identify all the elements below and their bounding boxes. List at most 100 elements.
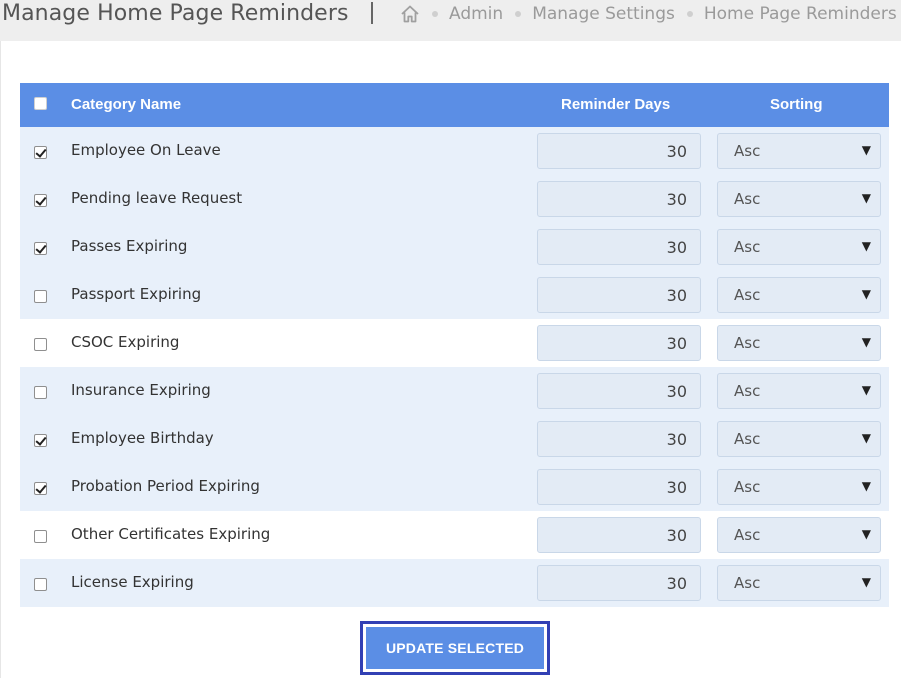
- row-checkbox-wrapper: [34, 338, 47, 351]
- reminder-days-input[interactable]: 30: [537, 469, 701, 505]
- category-name: CSOC Expiring: [71, 333, 180, 351]
- reminder-days-input[interactable]: 30: [537, 421, 701, 457]
- category-name: Employee Birthday: [71, 429, 214, 447]
- sorting-select[interactable]: Asc ▼: [717, 229, 881, 265]
- sorting-select[interactable]: Asc ▼: [717, 373, 881, 409]
- reminder-days-input[interactable]: 30: [537, 325, 701, 361]
- page-title: Manage Home Page Reminders: [2, 1, 349, 26]
- row-checkbox-wrapper: [34, 194, 47, 207]
- update-button-focus-frame: UPDATE SELECTED: [360, 621, 550, 675]
- category-name: Passes Expiring: [71, 237, 188, 255]
- caret-down-icon: ▼: [861, 239, 871, 253]
- table-row: CSOC Expiring 30 Asc ▼: [20, 319, 889, 367]
- row-checkbox[interactable]: [34, 290, 47, 303]
- category-name: License Expiring: [71, 573, 194, 591]
- row-checkbox[interactable]: [34, 578, 47, 591]
- row-checkbox-wrapper: [34, 146, 47, 159]
- breadcrumb-separator: [686, 11, 693, 17]
- breadcrumb: Admin Manage Settings Home Page Reminder…: [400, 4, 897, 24]
- column-header-category-name: Category Name: [71, 96, 182, 113]
- table-row: Probation Period Expiring 30 Asc ▼: [20, 463, 889, 511]
- reminder-days-input[interactable]: 30: [537, 517, 701, 553]
- row-checkbox[interactable]: [34, 338, 47, 351]
- sorting-value: Asc: [734, 526, 761, 544]
- breadcrumb-separator: [432, 11, 438, 17]
- row-checkbox[interactable]: [34, 242, 47, 255]
- sorting-value: Asc: [734, 574, 761, 592]
- reminders-table: Category Name Reminder Days Sorting Empl…: [20, 83, 889, 607]
- sorting-value: Asc: [734, 382, 761, 400]
- column-header-sorting: Sorting: [770, 96, 823, 113]
- caret-down-icon: ▼: [861, 335, 871, 349]
- category-name: Other Certificates Expiring: [71, 525, 271, 543]
- caret-down-icon: ▼: [861, 575, 871, 589]
- sorting-select[interactable]: Asc ▼: [717, 517, 881, 553]
- sorting-value: Asc: [734, 190, 761, 208]
- caret-down-icon: ▼: [861, 143, 871, 157]
- row-checkbox[interactable]: [34, 386, 47, 399]
- sorting-value: Asc: [734, 430, 761, 448]
- row-checkbox[interactable]: [34, 482, 47, 495]
- sorting-select[interactable]: Asc ▼: [717, 421, 881, 457]
- sorting-value: Asc: [734, 478, 761, 496]
- breadcrumb-separator: [515, 11, 522, 17]
- breadcrumb-home-page-reminders: Home Page Reminders: [703, 4, 897, 24]
- row-checkbox-wrapper: [34, 530, 47, 543]
- table-row: License Expiring 30 Asc ▼: [20, 559, 889, 607]
- reminder-days-input[interactable]: 30: [537, 133, 701, 169]
- column-header-reminder-days: Reminder Days: [561, 96, 671, 113]
- sorting-select[interactable]: Asc ▼: [717, 565, 881, 601]
- caret-down-icon: ▼: [861, 191, 871, 205]
- select-all-checkbox[interactable]: [34, 97, 47, 110]
- row-checkbox-wrapper: [34, 242, 47, 255]
- table-header: Category Name Reminder Days Sorting: [20, 83, 889, 127]
- caret-down-icon: ▼: [861, 287, 871, 301]
- sorting-value: Asc: [734, 334, 761, 352]
- row-checkbox-wrapper: [34, 578, 47, 591]
- breadcrumb-admin[interactable]: Admin: [449, 4, 503, 24]
- table-row: Pending leave Request 30 Asc ▼: [20, 175, 889, 223]
- sorting-select[interactable]: Asc ▼: [717, 181, 881, 217]
- category-name: Probation Period Expiring: [71, 477, 260, 495]
- title-divider: [371, 2, 373, 24]
- row-checkbox[interactable]: [34, 146, 47, 159]
- table-row: Insurance Expiring 30 Asc ▼: [20, 367, 889, 415]
- home-icon[interactable]: [400, 4, 420, 24]
- row-checkbox-wrapper: [34, 434, 47, 447]
- sorting-value: Asc: [734, 238, 761, 256]
- update-selected-button[interactable]: UPDATE SELECTED: [366, 627, 544, 669]
- table-row: Passport Expiring 30 Asc ▼: [20, 271, 889, 319]
- reminder-days-input[interactable]: 30: [537, 229, 701, 265]
- reminder-days-input[interactable]: 30: [537, 181, 701, 217]
- sorting-select[interactable]: Asc ▼: [717, 469, 881, 505]
- caret-down-icon: ▼: [861, 383, 871, 397]
- category-name: Pending leave Request: [71, 189, 243, 207]
- table-row: Other Certificates Expiring 30 Asc ▼: [20, 511, 889, 559]
- breadcrumb-manage-settings[interactable]: Manage Settings: [532, 4, 675, 24]
- select-all-wrapper: [34, 97, 47, 110]
- table-row: Passes Expiring 30 Asc ▼: [20, 223, 889, 271]
- category-name: Employee On Leave: [71, 141, 221, 159]
- caret-down-icon: ▼: [861, 431, 871, 445]
- top-bar: Manage Home Page Reminders Admin Manage …: [0, 0, 901, 41]
- sorting-select[interactable]: Asc ▼: [717, 325, 881, 361]
- row-checkbox[interactable]: [34, 194, 47, 207]
- table-row: Employee On Leave 30 Asc ▼: [20, 127, 889, 175]
- main-content: Category Name Reminder Days Sorting Empl…: [0, 41, 901, 678]
- row-checkbox[interactable]: [34, 530, 47, 543]
- reminder-days-input[interactable]: 30: [537, 373, 701, 409]
- caret-down-icon: ▼: [861, 527, 871, 541]
- sorting-select[interactable]: Asc ▼: [717, 277, 881, 313]
- reminder-days-input[interactable]: 30: [537, 277, 701, 313]
- sorting-value: Asc: [734, 286, 761, 304]
- sorting-value: Asc: [734, 142, 761, 160]
- reminder-days-input[interactable]: 30: [537, 565, 701, 601]
- row-checkbox[interactable]: [34, 434, 47, 447]
- category-name: Passport Expiring: [71, 285, 202, 303]
- row-checkbox-wrapper: [34, 386, 47, 399]
- table-row: Employee Birthday 30 Asc ▼: [20, 415, 889, 463]
- table-body: Employee On Leave 30 Asc ▼ Pending leave Req…: [20, 127, 889, 607]
- category-name: Insurance Expiring: [71, 381, 211, 399]
- caret-down-icon: ▼: [861, 479, 871, 493]
- sorting-select[interactable]: Asc ▼: [717, 133, 881, 169]
